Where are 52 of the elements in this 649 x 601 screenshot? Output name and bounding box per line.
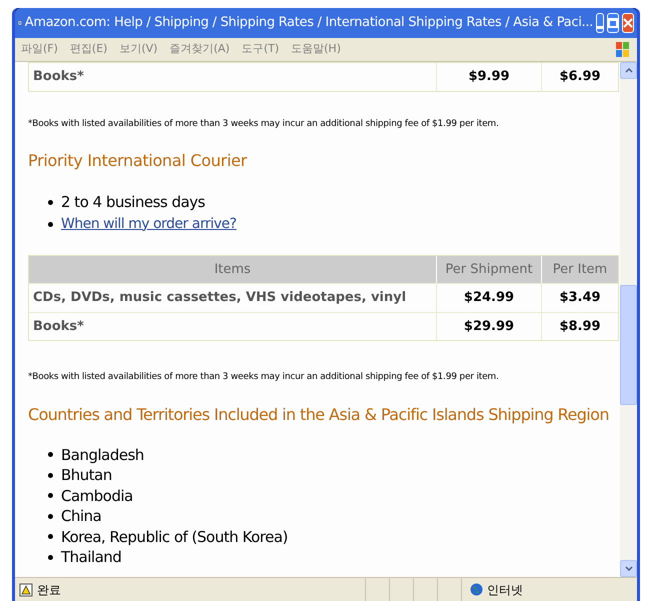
country-name: Thailand [61, 547, 122, 568]
minimize-button[interactable] [596, 13, 604, 33]
table-cell: $6.99 [541, 63, 618, 90]
bullet-icon [48, 222, 53, 226]
close-button[interactable] [622, 13, 634, 33]
warning-page-icon [19, 582, 33, 596]
table-cell: $9.99 [436, 63, 541, 90]
table-cell-text: Books* [32, 68, 85, 86]
bullet-icon [48, 200, 53, 205]
table-cell: $8.99 [541, 312, 618, 340]
menu-item[interactable]: 보기(V) [119, 41, 158, 58]
status-text: 완료 [37, 582, 61, 598]
column-header: Per Shipment [436, 256, 541, 283]
scrollbar[interactable] [620, 62, 637, 577]
scroll-thumb[interactable] [620, 285, 637, 405]
menu-item[interactable]: 도구(T) [242, 41, 279, 58]
country-name: Bhutan [61, 465, 112, 486]
scroll-up-icon [624, 68, 632, 73]
order-arrival-link[interactable]: When will my order arrive? [61, 214, 236, 234]
footnote: *Books with listed availabilities of more than 3 weeks may incur an additional shipping fee of $1.99 per item. [28, 371, 500, 384]
section-heading: Priority International Courier [28, 150, 248, 172]
section-heading: Countries and Territories Included in the Asia & Pacific Islands Shipping Region [28, 404, 607, 426]
table-cell-text: CDs, DVDs, music cassettes, VHS videotapes, vinyl [32, 289, 408, 307]
menu-item[interactable]: 편집(E) [70, 41, 108, 58]
menu-item[interactable]: 즐겨찾기(A) [170, 41, 230, 58]
country-name: Korea, Republic of (South Korea) [61, 526, 288, 548]
menu-item[interactable]: 파일(F) [21, 41, 58, 58]
menu-item[interactable]: 도움말(H) [291, 41, 341, 58]
window-title: Amazon.com: Help / Shipping / Shipping Rates / International Shipping Rates / Asia & Paci... [24, 14, 593, 32]
bullet-icon [48, 534, 53, 540]
footnote: *Books with listed availabilities of more than 3 weeks may incur an additional shipping fee of $1.99 per item. [28, 118, 500, 130]
table-cell-text: Books* [32, 318, 85, 336]
country-name: Cambodia [61, 486, 133, 506]
globe-icon [470, 583, 483, 596]
table-cell: $24.99 [436, 284, 541, 312]
close-icon [623, 18, 633, 28]
scroll-down-icon [624, 566, 632, 571]
bullet-icon [48, 554, 53, 560]
column-header: Per Item [541, 256, 618, 283]
bullet-icon [48, 493, 53, 498]
table-cell: $29.99 [436, 312, 541, 340]
column-header: Items [213, 260, 252, 278]
bullet-icon [48, 514, 53, 519]
maximize-button[interactable] [607, 13, 619, 33]
bullet-icon [48, 452, 53, 458]
country-name: China [61, 506, 102, 527]
windows-logo-icon [615, 40, 631, 58]
country-name: Bangladesh [61, 444, 144, 466]
bullet-icon [48, 472, 53, 478]
zone-text: 인터넷 [487, 582, 523, 598]
list-item-text: 2 to 4 business days [61, 192, 205, 213]
table-cell: $3.49 [541, 284, 618, 312]
